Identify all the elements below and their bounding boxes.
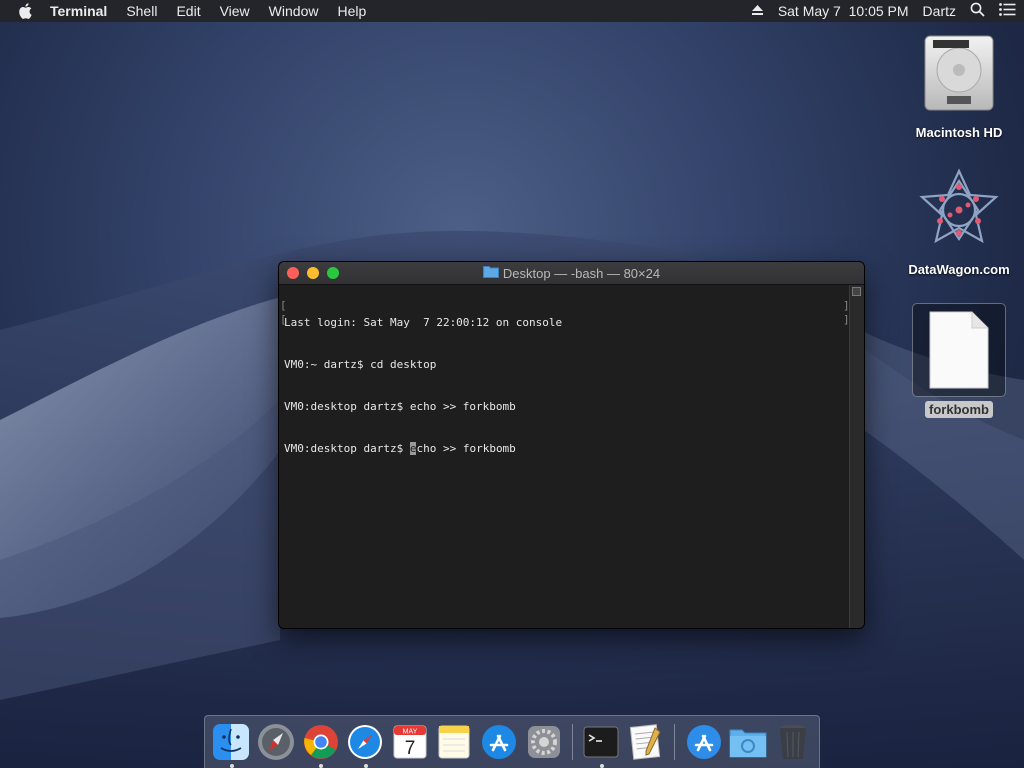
menubar-clock[interactable]: Sat May 7 10:05 PM (778, 3, 909, 19)
terminal-window[interactable]: Desktop — -bash — 80×24 Last login: Sat … (279, 262, 864, 628)
terminal-output[interactable]: Last login: Sat May 7 22:00:12 on consol… (279, 285, 850, 628)
desktop-icon-forkbomb[interactable]: forkbomb (899, 303, 1019, 418)
terminal-titlebar[interactable]: Desktop — -bash — 80×24 (279, 262, 864, 285)
desktop-icon-macintosh-hd[interactable]: Macintosh HD (899, 30, 1019, 140)
desktop-icon-label: forkbomb (925, 401, 993, 418)
minimize-button[interactable] (307, 267, 319, 279)
terminal-current-line: VM0:desktop dartz$ echo >> forkbomb (284, 442, 845, 456)
dock-app-store[interactable] (480, 722, 519, 762)
terminal-line: VM0:desktop dartz$ echo >> forkbomb (284, 400, 516, 413)
launchpad-icon (257, 724, 294, 760)
terminal-prompt: VM0:desktop dartz$ (284, 442, 410, 455)
folder-icon (482, 265, 499, 281)
running-indicator (230, 764, 234, 768)
notification-center-icon[interactable] (999, 3, 1016, 19)
menu-shell[interactable]: Shell (126, 3, 157, 19)
desktop-icon-datawagon[interactable]: DataWagon.com (899, 167, 1019, 277)
running-indicator (363, 764, 368, 768)
eject-icon[interactable] (751, 3, 764, 19)
calendar-icon: MAY 7 (393, 725, 427, 759)
dock-calendar[interactable]: MAY 7 (391, 722, 430, 762)
dock-applications-folder[interactable] (684, 722, 723, 762)
desktop-icon-label: DataWagon.com (908, 262, 1010, 277)
terminal-icon (583, 726, 619, 758)
finder-icon (213, 724, 250, 760)
mark-bracket-left: [ (280, 313, 287, 326)
safari-icon (348, 725, 383, 759)
app-store-icon (482, 725, 517, 759)
dock-chrome[interactable] (301, 722, 340, 768)
network-volume-icon (916, 167, 1002, 258)
close-button[interactable] (287, 267, 299, 279)
apple-menu-icon[interactable] (18, 3, 32, 19)
menubar-user[interactable]: Dartz (923, 3, 956, 19)
textedit-icon (629, 724, 661, 760)
dock: MAY 7 (204, 715, 820, 768)
spotlight-search-icon[interactable] (970, 2, 985, 20)
menu-bar: Terminal Shell Edit View Window Help Sat… (0, 0, 1024, 22)
menu-app-name[interactable]: Terminal (50, 3, 107, 19)
dock-system-preferences[interactable] (524, 722, 563, 762)
terminal-scrollbar[interactable] (849, 285, 864, 628)
dock-notes[interactable] (435, 722, 474, 762)
menu-edit[interactable]: Edit (176, 3, 200, 19)
notes-icon (438, 725, 470, 759)
applications-folder-icon (686, 725, 721, 759)
dock-terminal[interactable] (582, 722, 621, 768)
split-pane-button[interactable] (852, 287, 861, 296)
chrome-icon (303, 725, 338, 759)
menu-view[interactable]: View (220, 3, 250, 19)
menu-help[interactable]: Help (337, 3, 366, 19)
terminal-line: Last login: Sat May 7 22:00:12 on consol… (284, 316, 563, 329)
dock-separator (572, 724, 573, 760)
menu-window[interactable]: Window (269, 3, 319, 19)
downloads-folder-icon (729, 729, 767, 758)
mark-bracket-left: [ (280, 299, 287, 312)
dock-trash[interactable] (773, 722, 812, 762)
document-icon (912, 303, 1006, 397)
system-preferences-icon (527, 726, 560, 758)
desktop-icon-label: Macintosh HD (915, 125, 1003, 140)
dock-finder[interactable] (212, 722, 251, 768)
dock-downloads-folder[interactable] (729, 722, 768, 762)
calendar-month: MAY (402, 729, 417, 736)
running-indicator (599, 764, 604, 768)
terminal-title: Desktop — -bash — 80×24 (502, 265, 661, 281)
dock-launchpad[interactable] (257, 722, 296, 762)
terminal-line: VM0:~ dartz$ cd desktop (284, 358, 437, 371)
dock-separator (674, 724, 676, 760)
running-indicator (319, 764, 324, 768)
zoom-button[interactable] (327, 267, 339, 279)
dock-safari[interactable] (346, 722, 385, 768)
dock-textedit[interactable] (627, 722, 666, 762)
hard-drive-icon (919, 30, 999, 121)
trash-icon (779, 725, 806, 759)
terminal-input: cho >> forkbomb (416, 442, 516, 455)
calendar-day: 7 (405, 738, 416, 759)
